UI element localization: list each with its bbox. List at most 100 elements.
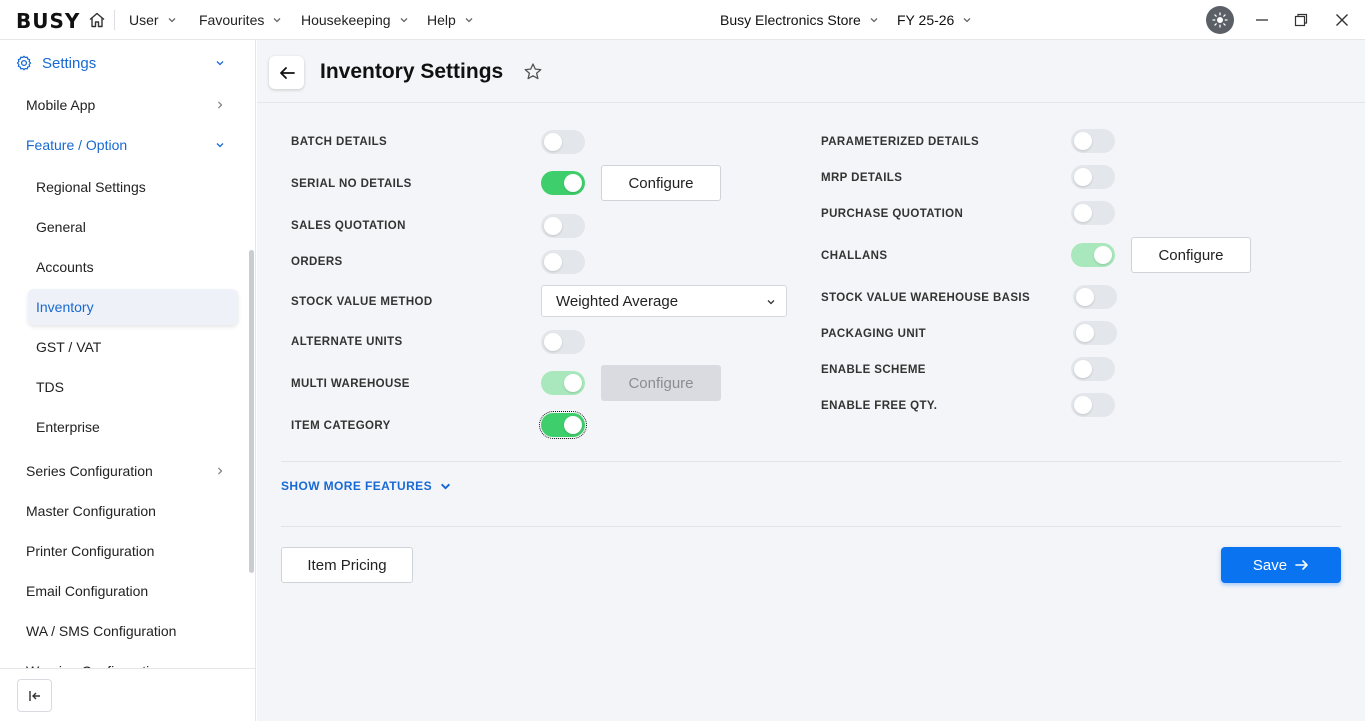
- top-bar: BUSY User Favourites Housekeeping Help B…: [0, 0, 1365, 40]
- option-label: SERIAL NO DETAILS: [291, 178, 412, 190]
- purchase-quotation-toggle[interactable]: [1071, 201, 1115, 225]
- sidebar-item-label: WA / SMS Configuration: [26, 623, 177, 639]
- stock-value-warehouse-basis-toggle[interactable]: [1073, 285, 1117, 309]
- item-category-toggle[interactable]: [539, 411, 587, 439]
- divider: [281, 526, 1341, 527]
- option-label: ALTERNATE UNITS: [291, 336, 403, 348]
- star-icon[interactable]: [523, 62, 543, 82]
- theme-toggle-button[interactable]: [1206, 6, 1234, 34]
- menu-housekeeping-label: Housekeeping: [301, 12, 391, 28]
- chevron-down-icon: [400, 18, 407, 23]
- challans-configure-button[interactable]: Configure: [1131, 237, 1251, 273]
- sidebar-item-accounts[interactable]: Accounts: [0, 249, 255, 285]
- option-label: STOCK VALUE WAREHOUSE BASIS: [821, 292, 1031, 304]
- restore-icon: [1294, 13, 1308, 27]
- page-header: Inventory Settings: [257, 40, 1365, 103]
- batch-details-toggle[interactable]: [541, 130, 585, 154]
- orders-toggle[interactable]: [541, 250, 585, 274]
- minimize-button[interactable]: [1252, 10, 1272, 30]
- show-more-label: SHOW MORE FEATURES: [281, 479, 432, 493]
- chevron-down-icon: [465, 18, 473, 23]
- show-more-features-link[interactable]: SHOW MORE FEATURES: [281, 479, 451, 493]
- collapse-sidebar-button[interactable]: [17, 679, 52, 712]
- back-button[interactable]: [269, 56, 304, 89]
- alternate-units-toggle[interactable]: [541, 330, 585, 354]
- enable-scheme-toggle[interactable]: [1071, 357, 1115, 381]
- sidebar-settings[interactable]: Settings: [0, 45, 255, 81]
- enable-free-qty-toggle[interactable]: [1071, 393, 1115, 417]
- option-label: STOCK VALUE METHOD: [291, 296, 433, 308]
- sidebar-item-printer-configuration[interactable]: Printer Configuration: [0, 533, 255, 569]
- company-selector[interactable]: Busy Electronics Store: [720, 12, 879, 28]
- option-label: ORDERS: [291, 256, 343, 268]
- arrow-left-icon: [279, 66, 295, 79]
- select-value: Weighted Average: [556, 292, 679, 310]
- challans-toggle[interactable]: [1071, 243, 1115, 267]
- menu-help[interactable]: Help: [427, 12, 474, 28]
- sidebar-settings-label: Settings: [42, 54, 97, 72]
- gear-icon: [16, 55, 32, 71]
- sidebar-item-enterprise[interactable]: Enterprise: [0, 409, 255, 445]
- restore-button[interactable]: [1291, 10, 1311, 30]
- sidebar-item-inventory[interactable]: Inventory: [28, 289, 238, 325]
- chevron-down-icon: [963, 18, 971, 23]
- sidebar-item-feature-option[interactable]: Feature / Option: [0, 127, 255, 163]
- separator: [114, 10, 115, 30]
- option-label: MRP DETAILS: [821, 172, 903, 184]
- parameterized-details-toggle[interactable]: [1071, 129, 1115, 153]
- save-button[interactable]: Save: [1221, 547, 1341, 583]
- sidebar-footer: [0, 668, 255, 721]
- multi-warehouse-toggle[interactable]: [541, 371, 585, 395]
- home-icon[interactable]: [88, 11, 106, 29]
- sidebar-item-regional-settings[interactable]: Regional Settings: [0, 169, 255, 205]
- save-label: Save: [1252, 556, 1288, 574]
- sidebar-item-email-configuration[interactable]: Email Configuration: [0, 573, 255, 609]
- sidebar-item-general[interactable]: General: [0, 209, 255, 245]
- sidebar-item-tds[interactable]: TDS: [0, 369, 255, 405]
- sidebar-item-master-configuration[interactable]: Master Configuration: [0, 493, 255, 529]
- chevron-down-icon: [440, 483, 451, 490]
- menu-housekeeping[interactable]: Housekeeping: [301, 12, 409, 28]
- sidebar-item-label: TDS: [36, 379, 64, 395]
- chevron-right-icon: [218, 101, 223, 109]
- sidebar-item-series-configuration[interactable]: Series Configuration: [0, 453, 255, 489]
- close-button[interactable]: [1332, 10, 1352, 30]
- sidebar-item-mobile-app[interactable]: Mobile App: [0, 87, 255, 123]
- menu-favourites[interactable]: Favourites: [199, 12, 282, 28]
- sun-icon: [1212, 12, 1228, 28]
- close-icon: [1336, 14, 1348, 26]
- item-pricing-button[interactable]: Item Pricing: [281, 547, 413, 583]
- sidebar-item-label: Mobile App: [26, 97, 96, 113]
- sidebar-item-wa-sms-configuration[interactable]: WA / SMS Configuration: [0, 613, 255, 649]
- serial-no-details-toggle[interactable]: [541, 171, 585, 195]
- mrp-details-toggle[interactable]: [1071, 165, 1115, 189]
- chevron-down-icon: [168, 18, 176, 23]
- sidebar-item-label: Printer Configuration: [26, 543, 155, 559]
- company-name: Busy Electronics Store: [720, 12, 861, 28]
- stock-value-method-select[interactable]: Weighted Average: [541, 285, 787, 317]
- sidebar-item-label: GST / VAT: [36, 339, 102, 355]
- option-label: PACKAGING UNIT: [821, 328, 927, 340]
- busy-logo: BUSY: [16, 9, 81, 33]
- sales-quotation-toggle[interactable]: [541, 214, 585, 238]
- sidebar-item-label: Regional Settings: [36, 179, 146, 195]
- serial-no-configure-button[interactable]: Configure: [601, 165, 721, 201]
- menu-user-label: User: [129, 12, 159, 28]
- multi-warehouse-configure-button[interactable]: Configure: [601, 365, 721, 401]
- minimize-icon: [1256, 19, 1268, 21]
- fiscal-year-selector[interactable]: FY 25-26: [897, 12, 972, 28]
- sidebar-item-gst-vat[interactable]: GST / VAT: [0, 329, 255, 365]
- chevron-down-icon: [216, 143, 224, 148]
- menu-user[interactable]: User: [129, 12, 177, 28]
- chevron-down-icon: [216, 61, 224, 66]
- chevron-down-icon: [767, 300, 775, 305]
- fiscal-year-label: FY 25-26: [897, 12, 955, 28]
- packaging-unit-toggle[interactable]: [1073, 321, 1117, 345]
- menu-favourites-label: Favourites: [199, 12, 265, 28]
- chevron-down-icon: [870, 18, 878, 23]
- sidebar-item-label: Master Configuration: [26, 503, 156, 519]
- collapse-left-icon: [28, 690, 40, 701]
- divider: [281, 461, 1341, 462]
- option-label: PURCHASE QUOTATION: [821, 208, 964, 220]
- sidebar-scrollbar[interactable]: [249, 250, 254, 573]
